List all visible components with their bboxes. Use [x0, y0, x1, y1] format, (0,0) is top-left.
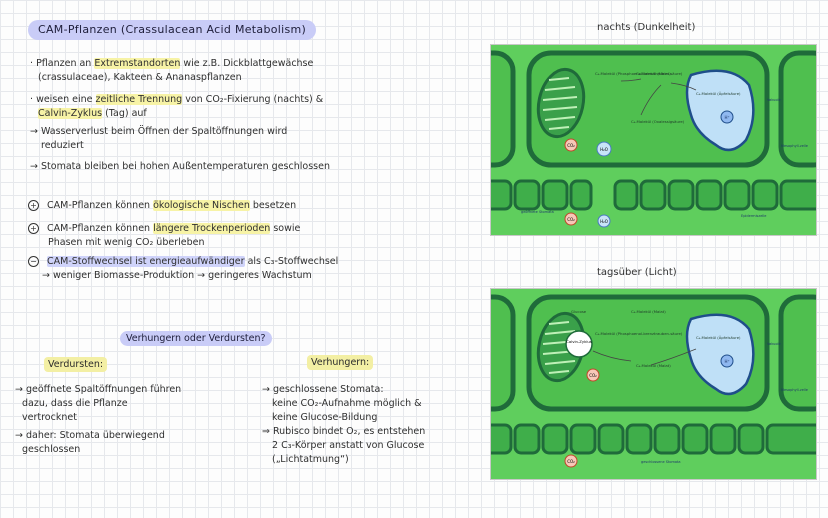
svg-text:Vakuole: Vakuole [767, 98, 781, 102]
bullet-1-line2: (crassulaceae), Kakteen & Ananaspflanzen [38, 72, 242, 83]
page-title: CAM-Pflanzen (Crassulacean Acid Metaboli… [28, 20, 317, 40]
svg-text:C₄-Molekül (Phosphoenol-brenzt: C₄-Molekül (Phosphoenol-brenztrauben-säu… [595, 331, 683, 336]
bullet-1: · Pflanzen an Extremstandorten wie z.B. … [30, 58, 314, 69]
verhungern-line-5: 2 C₃-Körper anstatt von Glucose [272, 440, 425, 451]
svg-text:H⁺: H⁺ [724, 359, 729, 364]
minus-icon: − [28, 256, 39, 267]
verdursten-label: Verdursten: [44, 357, 108, 372]
bullet-4: → Stomata bleiben bei hohen Außentempera… [30, 161, 330, 172]
verdursten-line-3: vertrocknet [22, 412, 77, 423]
bullet-3: → Wasserverlust beim Öffnen der Spaltöff… [30, 126, 288, 137]
bullet-2-line2: Calvin-Zyklus (Tag) auf [38, 108, 147, 119]
svg-text:H₂O: H₂O [600, 219, 608, 224]
verhungern-line-4: ⇒ Rubisco bindet O₂, es entstehen [262, 426, 426, 437]
calvin-cycle-icon [565, 330, 593, 358]
svg-text:C₄-Molekül (Oxalessigsäure): C₄-Molekül (Oxalessigsäure) [631, 119, 685, 124]
verhungern-line-2: keine CO₂-Aufnahme möglich & [272, 398, 422, 409]
svg-text:CO₂: CO₂ [567, 459, 575, 464]
svg-text:H⁺: H⁺ [724, 115, 729, 120]
pro-2: + CAM-Pflanzen können längere Trockenperi… [28, 222, 300, 236]
plus-icon: + [28, 223, 39, 234]
day-diagram: Calvin-Zyklus Glucose H⁺ C₄-Molekül (Pho… [468, 288, 828, 480]
svg-text:C₄-Molekül (Äpfelsäure): C₄-Molekül (Äpfelsäure) [696, 91, 741, 96]
svg-text:C₄-Molekül (Malat): C₄-Molekül (Malat) [636, 71, 671, 76]
section-title: Verhungern oder Verdursten? [120, 331, 272, 346]
verdursten-line-4: → daher: Stomata überwiegend [15, 430, 165, 441]
svg-text:H₂O: H₂O [600, 147, 608, 152]
svg-text:CO₂: CO₂ [589, 373, 597, 378]
svg-text:Vakuole: Vakuole [767, 342, 781, 346]
pro-2-line2: Phasen mit wenig CO₂ überleben [48, 237, 205, 248]
day-leaf-svg: Calvin-Zyklus Glucose H⁺ C₄-Molekül (Pho… [468, 289, 828, 479]
night-diagram: H⁺ C₄-Molekül (Phosphoenol-brenztrauben-… [468, 44, 828, 236]
night-leaf-svg: H⁺ C₄-Molekül (Phosphoenol-brenztrauben-… [468, 45, 828, 235]
verdursten-line-2: dazu, dass die Pflanze [22, 398, 128, 409]
verhungern-line-1: → geschlossene Stomata: [262, 384, 384, 395]
plus-icon: + [28, 200, 39, 211]
verhungern-label: Verhungern: [307, 355, 374, 370]
verhungern-line-6: („Lichtatmung“) [272, 454, 349, 465]
con-1-line2: → weniger Biomasse-Produktion → geringer… [42, 270, 312, 281]
bullet-3-line2: reduziert [41, 140, 84, 151]
verdursten-line-1: → geöffnete Spaltöffnungen führen [15, 384, 182, 395]
day-caption: tagsüber (Licht) [597, 267, 677, 278]
svg-text:Epidermiszelle: Epidermiszelle [741, 214, 766, 218]
pro-1: + CAM-Pflanzen können ökologische Nischen… [28, 199, 296, 213]
svg-text:CO₂: CO₂ [567, 217, 575, 222]
svg-text:Mesophyll-zelle: Mesophyll-zelle [781, 144, 808, 148]
bullet-2: · weisen eine zeitliche Trennung von CO₂… [30, 94, 324, 105]
con-1: − CAM-Stoffwechsel ist energieaufwändiger… [28, 255, 338, 269]
svg-text:geöffnete Stomata: geöffnete Stomata [521, 210, 554, 214]
svg-text:C₄-Molekül (Malat): C₄-Molekül (Malat) [636, 363, 671, 368]
svg-text:Calvin-Zyklus: Calvin-Zyklus [566, 339, 592, 344]
verhungern-line-3: keine Glucose-Bildung [272, 412, 378, 423]
verdursten-line-5: geschlossen [22, 444, 81, 455]
svg-text:C₄-Molekül (Malat): C₄-Molekül (Malat) [631, 309, 666, 314]
svg-text:Glucose: Glucose [571, 309, 587, 314]
night-caption: nachts (Dunkelheit) [597, 22, 696, 33]
svg-text:Mesophyll-zelle: Mesophyll-zelle [781, 388, 808, 392]
svg-text:geschlossene Stomata: geschlossene Stomata [641, 460, 681, 464]
svg-text:C₄-Molekül (Äpfelsäure): C₄-Molekül (Äpfelsäure) [696, 335, 741, 340]
svg-text:CO₂: CO₂ [567, 143, 575, 148]
